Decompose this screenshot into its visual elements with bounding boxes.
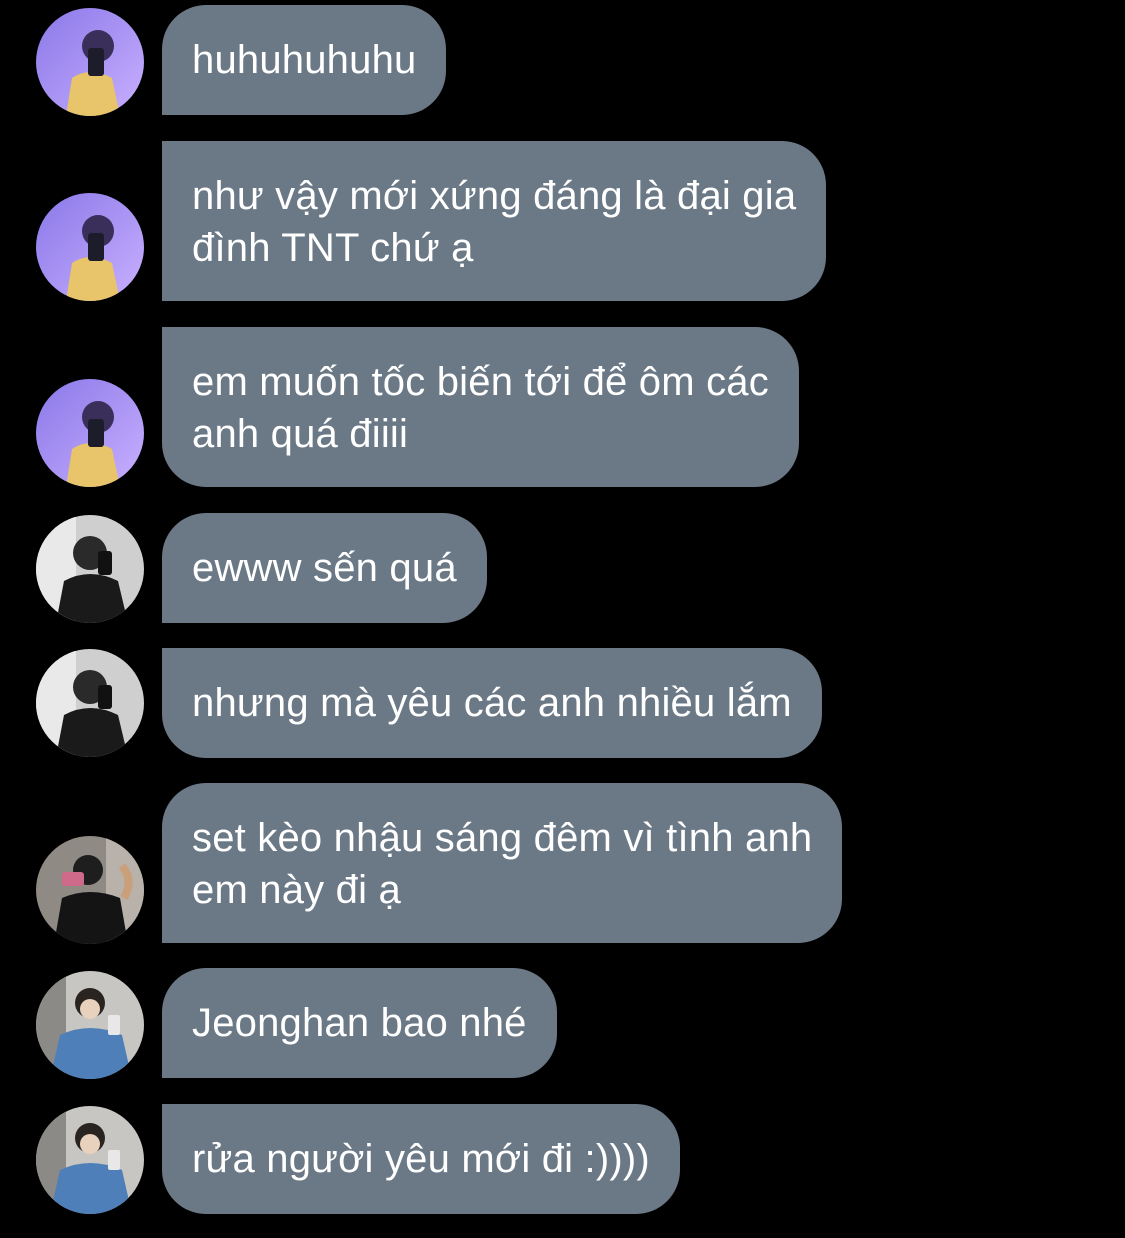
avatar[interactable] [36, 379, 144, 487]
avatar-user-purple-icon [36, 193, 144, 301]
message-text: huhuhuhuhu [192, 38, 417, 82]
message-bubble[interactable]: set kèo nhậu sáng đêm vì tình anh em này… [162, 783, 843, 943]
avatar[interactable] [36, 971, 144, 1079]
message-text: rửa người yêu mới đi :)))) [192, 1137, 650, 1181]
avatar-user-purple-icon [36, 379, 144, 487]
message-bubble[interactable]: như vậy mới xứng đáng là đại gia đình TN… [162, 141, 827, 301]
avatar[interactable] [36, 8, 144, 116]
avatar-user-denim-icon [36, 971, 144, 1079]
avatar[interactable] [36, 649, 144, 757]
avatar-user-dark-icon [36, 836, 144, 944]
avatar-user-denim-icon [36, 1106, 144, 1214]
message-text: set kèo nhậu sáng đêm vì tình anh em này… [192, 816, 813, 912]
message-text: ewww sến quá [192, 546, 457, 590]
avatar[interactable] [36, 836, 144, 944]
message-bubble[interactable]: huhuhuhuhu [162, 5, 447, 115]
message-bubble[interactable]: ewww sến quá [162, 513, 487, 623]
avatar[interactable] [36, 515, 144, 623]
chat-thread: huhuhuhuhu như vậy mới xứng đáng là đại … [0, 0, 1125, 1238]
avatar-user-bw-icon [36, 649, 144, 757]
message-text: như vậy mới xứng đáng là đại gia đình TN… [192, 174, 797, 270]
message-text: Jeonghan bao nhé [192, 1001, 527, 1045]
message-text: em muốn tốc biến tới để ôm các anh quá đ… [192, 360, 769, 456]
message-bubble[interactable]: em muốn tốc biến tới để ôm các anh quá đ… [162, 327, 799, 487]
avatar-user-bw-icon [36, 515, 144, 623]
avatar[interactable] [36, 1106, 144, 1214]
message-text: nhưng mà yêu các anh nhiều lắm [192, 681, 792, 725]
message-bubble[interactable]: Jeonghan bao nhé [162, 968, 557, 1078]
message-bubble[interactable]: nhưng mà yêu các anh nhiều lắm [162, 648, 822, 758]
avatar[interactable] [36, 193, 144, 301]
message-bubble[interactable]: rửa người yêu mới đi :)))) [162, 1104, 680, 1214]
avatar-user-purple-icon [36, 8, 144, 116]
